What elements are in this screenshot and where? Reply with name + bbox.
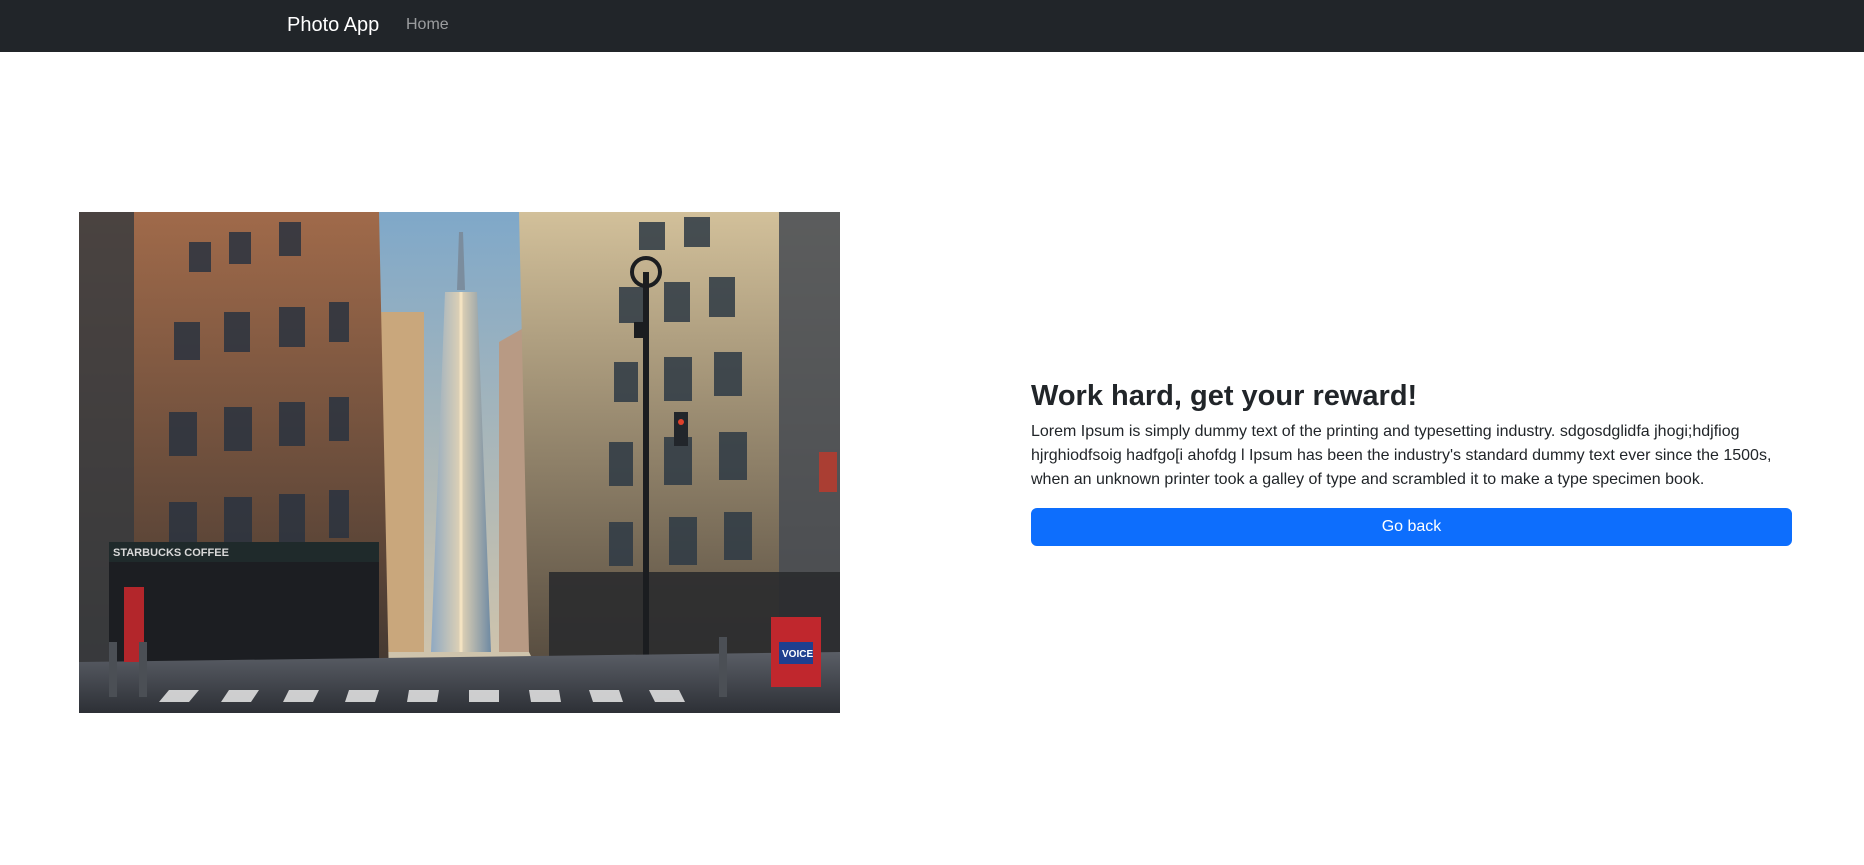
page-heading: Work hard, get your reward! [1031,380,1418,412]
newsbox-sign: VOICE [782,649,813,660]
photo-illustration: STARBUCKS COFFEE VOICE [79,212,840,713]
brand-link[interactable]: Photo App [287,12,379,38]
storefront-sign: STARBUCKS COFFEE [113,547,229,559]
content-column: Work hard, get your reward! Lorem Ipsum … [1031,376,1792,546]
nav-link-home[interactable]: Home [406,15,449,35]
top-navbar: Photo App Home [0,0,1864,52]
go-back-button[interactable]: Go back [1031,508,1792,546]
body-text: Lorem Ipsum is simply dummy text of the … [1031,423,1772,488]
city-street-photo: STARBUCKS COFFEE VOICE [79,212,840,713]
